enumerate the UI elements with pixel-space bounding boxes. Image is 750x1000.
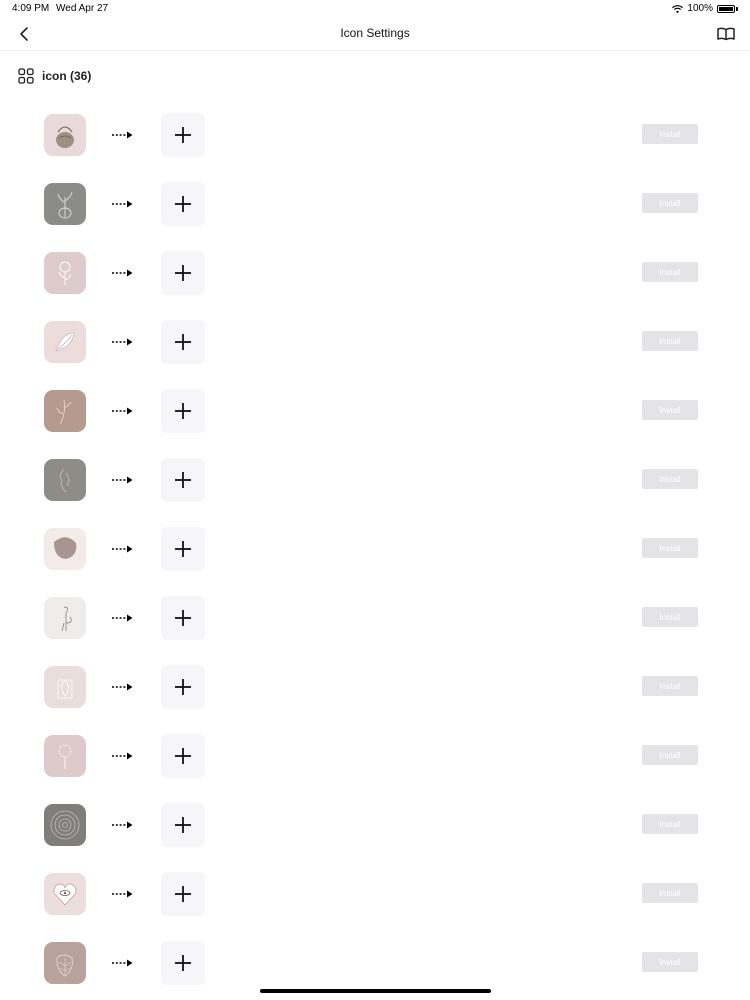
plus-icon <box>175 127 191 143</box>
plus-icon <box>175 541 191 557</box>
add-icon-button[interactable] <box>161 596 205 640</box>
list-item: Install <box>0 169 750 238</box>
plus-icon <box>175 265 191 281</box>
add-icon-button[interactable] <box>161 182 205 226</box>
list-item: Install <box>0 376 750 445</box>
heart-eye-icon <box>44 873 86 915</box>
circles-icon <box>44 804 86 846</box>
guide-button[interactable] <box>716 24 736 44</box>
add-icon-button[interactable] <box>161 872 205 916</box>
list-item: Install <box>0 859 750 928</box>
dotted-arrow-icon <box>112 959 133 967</box>
add-icon-button[interactable] <box>161 458 205 502</box>
section-header: icon (36) <box>18 66 91 86</box>
dotted-arrow-icon <box>112 821 133 829</box>
dotted-arrow-icon <box>112 131 133 139</box>
flamingo-line-icon <box>44 597 86 639</box>
list-item: Install <box>0 652 750 721</box>
dotted-arrow-icon <box>112 752 133 760</box>
list-item: Install <box>0 100 750 169</box>
dotted-arrow-icon <box>112 545 133 553</box>
install-button[interactable]: Install <box>642 538 698 558</box>
dotted-arrow-icon <box>112 890 133 898</box>
plus-icon <box>175 817 191 833</box>
grid-icon <box>18 68 34 84</box>
plus-icon <box>175 955 191 971</box>
dotted-arrow-icon <box>112 269 133 277</box>
dotted-arrow-icon <box>112 338 133 346</box>
plant-vase-icon <box>44 183 86 225</box>
install-button[interactable]: Install <box>642 331 698 351</box>
leaves-line-icon <box>44 321 86 363</box>
add-icon-button[interactable] <box>161 734 205 778</box>
list-item: Install <box>0 721 750 790</box>
add-icon-button[interactable] <box>161 941 205 985</box>
plus-icon <box>175 403 191 419</box>
plus-icon <box>175 334 191 350</box>
add-icon-button[interactable] <box>161 251 205 295</box>
dotted-arrow-icon <box>112 407 133 415</box>
face-line-icon <box>44 459 86 501</box>
nav-bar: Icon Settings <box>0 18 750 51</box>
install-button[interactable]: Install <box>642 883 698 903</box>
install-button[interactable]: Install <box>642 745 698 765</box>
add-icon-button[interactable] <box>161 113 205 157</box>
leaf-vase-icon <box>44 666 86 708</box>
list-item: Install <box>0 928 750 997</box>
page-title: Icon Settings <box>340 26 410 40</box>
status-date: Wed Apr 27 <box>56 3 109 14</box>
install-button[interactable]: Install <box>642 676 698 696</box>
flower-line-icon <box>44 252 86 294</box>
dotted-arrow-icon <box>112 683 133 691</box>
battery-tip <box>736 6 738 11</box>
dotted-arrow-icon <box>112 614 133 622</box>
battery-percent: 100% <box>687 3 713 14</box>
install-button[interactable]: Install <box>642 124 698 144</box>
list-item: Install <box>0 790 750 859</box>
install-button[interactable]: Install <box>642 400 698 420</box>
abstract-shape-icon <box>44 528 86 570</box>
branch-line-icon <box>44 390 86 432</box>
plus-icon <box>175 610 191 626</box>
add-icon-button[interactable] <box>161 665 205 709</box>
dotted-arrow-icon <box>112 200 133 208</box>
plus-icon <box>175 196 191 212</box>
install-button[interactable]: Install <box>642 193 698 213</box>
plus-icon <box>175 748 191 764</box>
dandelion-icon <box>44 735 86 777</box>
list-item: Install <box>0 583 750 652</box>
plus-icon <box>175 886 191 902</box>
status-time: 4:09 PM <box>12 3 50 14</box>
install-button[interactable]: Install <box>642 607 698 627</box>
status-indicators: 100% <box>672 3 738 14</box>
install-button[interactable]: Install <box>642 814 698 834</box>
list-item: Install <box>0 307 750 376</box>
install-button[interactable]: Install <box>642 952 698 972</box>
monstera-leaf-icon <box>44 942 86 984</box>
add-icon-button[interactable] <box>161 803 205 847</box>
home-indicator[interactable] <box>260 989 491 993</box>
status-bar: 4:09 PM Wed Apr 27 100% <box>0 0 750 18</box>
plant-basket-icon <box>44 114 86 156</box>
install-button[interactable]: Install <box>642 469 698 489</box>
add-icon-button[interactable] <box>161 527 205 571</box>
plus-icon <box>175 679 191 695</box>
list-item: Install <box>0 238 750 307</box>
list-item: Install <box>0 514 750 583</box>
book-icon <box>717 27 735 41</box>
add-icon-button[interactable] <box>161 320 205 364</box>
add-icon-button[interactable] <box>161 389 205 433</box>
plus-icon <box>175 472 191 488</box>
section-title: icon (36) <box>42 69 92 83</box>
dotted-arrow-icon <box>112 476 133 484</box>
wifi-icon <box>672 4 684 13</box>
install-button[interactable]: Install <box>642 262 698 282</box>
icon-list: Install Install Install Install Install Insta… <box>0 100 750 997</box>
list-item: Install <box>0 445 750 514</box>
battery-icon <box>717 4 735 13</box>
